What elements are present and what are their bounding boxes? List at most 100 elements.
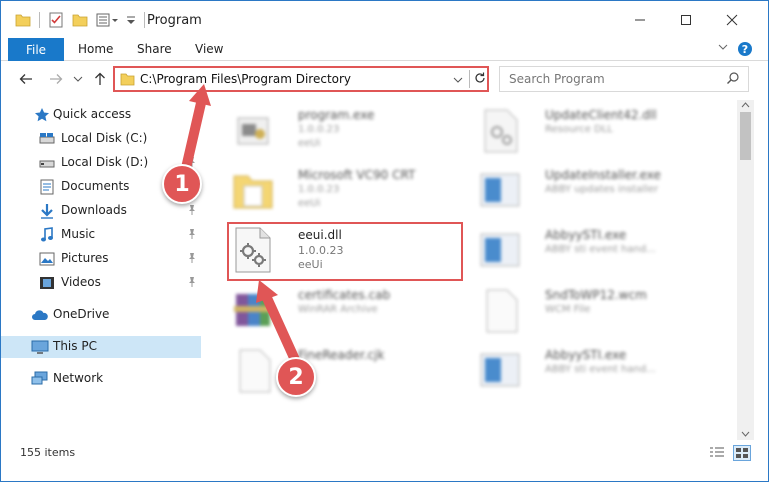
file-item[interactable]: SndToWP12.wcm WCM File <box>477 282 727 340</box>
separator <box>469 70 470 88</box>
separator <box>144 12 145 28</box>
file-item[interactable]: AbbyySTI.exe ABBY sti event hand... <box>477 342 727 400</box>
properties-icon[interactable] <box>48 12 64 28</box>
up-button[interactable] <box>91 70 109 88</box>
sidebar-item-label: Pictures <box>61 251 109 265</box>
address-path[interactable]: C:\Program Files\Program Directory <box>140 72 351 86</box>
file-item[interactable]: Microsoft VC90 CRT 1.0.0.23 eeUi <box>230 162 480 220</box>
maximize-icon <box>681 15 691 25</box>
file-item[interactable]: FineReader.cjk <box>230 342 480 400</box>
file-name: UpdateClient42.dll <box>545 108 657 122</box>
file-item[interactable]: UpdateInstaller.exe ABBY updates install… <box>477 162 727 220</box>
file-detail: eeUi <box>298 138 321 149</box>
close-button[interactable] <box>709 1 755 39</box>
refresh-icon <box>475 72 485 83</box>
file-detail: 1.0.0.23 <box>298 124 340 135</box>
dll-file-icon <box>477 106 525 154</box>
sidebar-item-label: Local Disk (C:) <box>61 131 148 145</box>
sidebar-item-label: OneDrive <box>53 307 110 321</box>
arrow-left-icon <box>19 74 32 84</box>
generic-file-icon <box>477 286 525 334</box>
file-item[interactable]: UpdateClient42.dll Resource DLL <box>477 102 727 160</box>
customize-toolbar-icon[interactable] <box>126 12 136 28</box>
forward-button[interactable] <box>47 70 65 88</box>
file-detail: WinRAR Archive <box>298 304 378 315</box>
address-history-button[interactable] <box>453 74 463 88</box>
pin-icon[interactable] <box>187 252 197 267</box>
maximize-button[interactable] <box>663 1 709 39</box>
refresh-button[interactable] <box>473 71 487 88</box>
sidebar-item-videos[interactable]: Videos <box>1 272 201 294</box>
app-window-icon <box>477 226 525 274</box>
sidebar-item-label: Quick access <box>53 107 132 121</box>
close-icon <box>726 14 738 26</box>
file-detail: ABBY sti event hand... <box>545 364 656 375</box>
pin-icon[interactable] <box>187 228 197 243</box>
navigation-pane: Quick access Local Disk (C:) Local Disk … <box>1 100 201 438</box>
tiles-view-icon[interactable] <box>733 445 751 461</box>
sidebar-item-label: Videos <box>61 275 101 289</box>
file-item[interactable]: program.exe 1.0.0.23 eeUi <box>230 102 480 160</box>
svg-text:?: ? <box>742 43 748 56</box>
vertical-scrollbar[interactable] <box>737 100 754 440</box>
file-name: program.exe <box>298 108 375 122</box>
tab-view[interactable]: View <box>195 42 223 56</box>
minimize-button[interactable] <box>617 1 663 39</box>
network-icon <box>31 370 49 388</box>
pin-icon[interactable] <box>187 204 197 219</box>
file-detail: ABBY updates installer <box>545 184 659 195</box>
downloads-icon <box>38 202 56 220</box>
ribbon: File Home Share View ? <box>1 38 768 61</box>
pin-icon[interactable] <box>187 132 197 147</box>
chevron-down-icon <box>453 77 463 83</box>
scroll-down-icon <box>741 431 750 437</box>
window-title: Program <box>147 13 202 28</box>
file-detail: ABBY sti event hand... <box>545 244 656 255</box>
arrow-up-icon <box>95 72 105 85</box>
sidebar-item-local-disk-c[interactable]: Local Disk (C:) <box>1 128 201 150</box>
item-count: 155 items <box>20 446 76 459</box>
scrollbar-thumb[interactable] <box>740 112 751 160</box>
tab-home[interactable]: Home <box>78 42 113 56</box>
help-button[interactable]: ? <box>737 41 753 57</box>
folder-icon[interactable] <box>15 12 31 28</box>
search-box[interactable]: Search Program <box>499 66 749 92</box>
sidebar-item-network[interactable]: Network <box>1 368 201 390</box>
file-name: certificates.cab <box>298 288 391 302</box>
file-name: AbbyySTI.exe <box>545 228 627 242</box>
details-view-icon[interactable] <box>709 446 725 463</box>
recent-locations-button[interactable] <box>69 70 87 88</box>
view-options-icon[interactable] <box>96 12 118 28</box>
sidebar-item-label: Downloads <box>61 203 127 217</box>
sidebar-item-this-pc[interactable]: This PC <box>1 336 201 358</box>
address-bar[interactable]: C:\Program Files\Program Directory <box>113 66 489 92</box>
file-item[interactable]: certificates.cab WinRAR Archive <box>230 282 480 340</box>
search-input[interactable]: Search Program <box>509 72 605 86</box>
videos-icon <box>38 274 56 292</box>
new-folder-icon[interactable] <box>72 12 88 28</box>
pictures-icon <box>38 250 56 268</box>
sidebar-item-music[interactable]: Music <box>1 224 201 246</box>
sidebar-item-label: This PC <box>53 339 97 353</box>
tab-share[interactable]: Share <box>137 42 172 56</box>
sidebar-item-pictures[interactable]: Pictures <box>1 248 201 270</box>
file-detail: 1.0.0.23 <box>298 184 340 195</box>
search-icon[interactable] <box>726 71 740 88</box>
file-item[interactable]: AbbyySTI.exe ABBY sti event hand... <box>477 222 727 280</box>
sidebar-item-quick-access[interactable]: Quick access <box>1 104 201 126</box>
tab-file[interactable]: File <box>8 38 64 61</box>
help-icon: ? <box>738 42 752 56</box>
sidebar-item-label: Network <box>53 371 104 385</box>
folder-icon <box>230 166 278 214</box>
installer-icon <box>477 166 525 214</box>
back-button[interactable] <box>17 70 35 88</box>
sidebar-item-downloads[interactable]: Downloads <box>1 200 201 222</box>
drive-icon <box>38 130 56 148</box>
expand-ribbon-button[interactable] <box>717 41 729 53</box>
sidebar-item-onedrive[interactable]: OneDrive <box>1 304 201 326</box>
music-icon <box>38 226 56 244</box>
pin-icon[interactable] <box>187 276 197 291</box>
title-bar: Program <box>0 0 769 38</box>
chevron-down-icon <box>73 76 83 82</box>
generic-file-icon <box>230 346 278 394</box>
